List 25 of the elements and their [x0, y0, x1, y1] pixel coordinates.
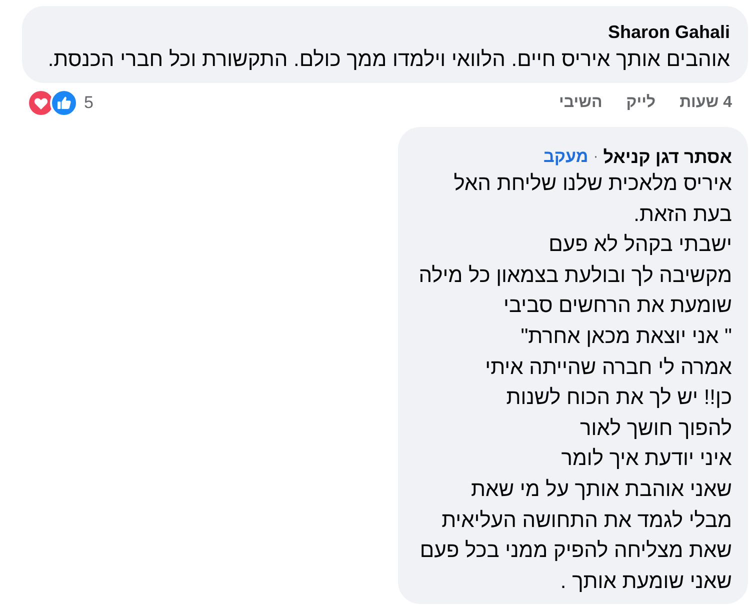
comment-line: בעת הזאת.	[634, 202, 732, 228]
comment-line: להפוך חושך לאור	[580, 416, 732, 442]
comment-line: מבלי לגמד את התחושה העליאית	[442, 508, 732, 534]
comment-line: שומעת את הרחשים סביבי	[504, 293, 732, 320]
comment-action-link[interactable]: לייק	[626, 91, 656, 115]
separator-dot: ·	[593, 146, 598, 167]
commenter-name[interactable]: אסתר דגן קניאל	[603, 144, 732, 170]
thumbs-up-reaction-icon[interactable]	[50, 89, 78, 117]
comment-line: ישבתי בקהל לא פעם	[548, 232, 732, 258]
comment-line: כן!! יש לך את הכוח לשנות	[506, 385, 732, 412]
comment-action-link[interactable]: השיבי	[559, 91, 602, 115]
comment-line: שאני שומעת אותך .	[560, 568, 732, 595]
comment-line: שאני אוהבת אותך על מי שאת	[471, 476, 732, 503]
heart-reaction-icon[interactable]	[28, 90, 54, 116]
comment-line: איריס מלאכית שלנו שליחת האל	[454, 171, 732, 197]
comment-line: מקשיבה לך ובולעת בצמאון כל מילה	[418, 262, 732, 289]
comment-line: " אני יוצאת מכאן אחרת"	[520, 324, 732, 350]
comment-line: אמרה לי חברה שהייתה איתי	[485, 354, 732, 381]
reaction-count[interactable]: 5	[84, 90, 94, 116]
comment-text: אוהבים אותך איריס חיים. הלוואי וילמדו ממך כולם. התקשורת וכל חברי הכנסת.	[48, 47, 730, 73]
follow-link[interactable]: מעקב	[544, 144, 588, 170]
comment-line: שאת מצליחה להפיק ממני בכל פעם	[420, 538, 732, 564]
comment-action-link[interactable]: 4 שעות	[680, 91, 732, 115]
comment-line: איני יודעת איך לומר	[561, 446, 732, 472]
commenter-name[interactable]: Sharon Gahali	[608, 21, 730, 43]
